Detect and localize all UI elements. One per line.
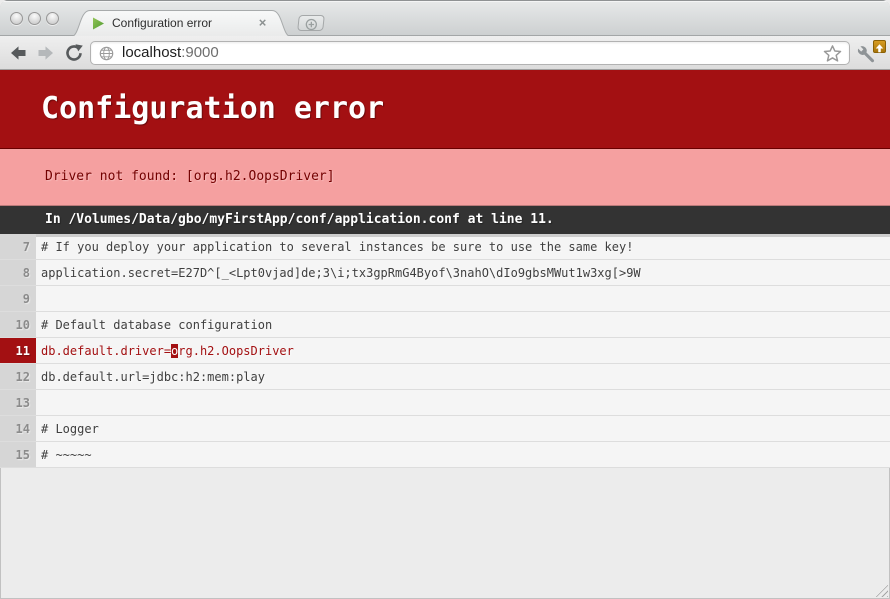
code-line: 8 application.secret=E27D^[_<Lpt0vjad]de… [0, 260, 890, 286]
bookmark-star-icon[interactable] [823, 44, 842, 63]
error-detail: Driver not found: [org.h2.OopsDriver] [0, 149, 890, 206]
line-number: 7 [0, 234, 36, 259]
code-line: 7 # If you deploy your application to se… [0, 234, 890, 260]
globe-icon [99, 46, 114, 61]
line-number: 12 [0, 364, 36, 389]
line-code: # Default database configuration [36, 312, 890, 337]
tools-menu-button[interactable] [856, 42, 886, 65]
line-number: 13 [0, 390, 36, 415]
line-number: 11 [0, 338, 36, 363]
browser-window: Configuration error × [0, 0, 890, 599]
code-line: 15 # ~~~~~ [0, 442, 890, 468]
code-line: 13 [0, 390, 890, 416]
code-after-marker: rg.h2.OopsDriver [178, 344, 294, 358]
line-code: # If you deploy your application to seve… [36, 234, 890, 259]
line-number: 8 [0, 260, 36, 285]
line-code: db.default.driver=org.h2.OopsDriver [36, 338, 890, 363]
line-code: db.default.url=jdbc:h2:mem:play [36, 364, 890, 389]
back-button[interactable] [8, 43, 30, 63]
line-number: 15 [0, 442, 36, 467]
window-minimize-button[interactable] [28, 12, 41, 25]
browser-toolbar: localhost:9000 [0, 36, 890, 70]
code-listing: 7 # If you deploy your application to se… [0, 234, 890, 468]
page-title: Configuration error [0, 70, 890, 149]
url-host: localhost [122, 44, 181, 61]
line-code: # Logger [36, 416, 890, 441]
browser-tab[interactable]: Configuration error × [70, 9, 292, 37]
line-code [36, 286, 890, 311]
code-line: 14 # Logger [0, 416, 890, 442]
update-badge-icon [873, 40, 886, 53]
window-close-button[interactable] [10, 12, 23, 25]
line-number: 10 [0, 312, 36, 337]
page-content: Configuration error Driver not found: [o… [0, 70, 890, 468]
line-code [36, 390, 890, 415]
new-tab-button[interactable] [297, 15, 325, 31]
code-line: 12 db.default.url=jdbc:h2:mem:play [0, 364, 890, 390]
window-resize-grip[interactable] [874, 583, 888, 597]
code-line: 9 [0, 286, 890, 312]
forward-button[interactable] [36, 43, 58, 63]
error-location: In /Volumes/Data/gbo/myFirstApp/conf/app… [0, 206, 890, 234]
reload-button[interactable] [64, 43, 86, 63]
tab-strip: Configuration error × [0, 0, 890, 36]
new-tab-plus-icon [305, 18, 318, 31]
reload-icon [64, 43, 84, 63]
back-icon [8, 43, 28, 63]
line-code: application.secret=E27D^[_<Lpt0vjad]de;3… [36, 260, 890, 285]
address-bar[interactable]: localhost:9000 [90, 41, 850, 65]
forward-icon [36, 43, 56, 63]
code-before-marker: db.default.driver= [41, 344, 171, 358]
line-number: 14 [0, 416, 36, 441]
url-text: localhost:9000 [122, 42, 219, 64]
code-line: 10 # Default database configuration [0, 312, 890, 338]
line-code: # ~~~~~ [36, 442, 890, 467]
play-favicon-icon [92, 17, 105, 30]
line-number: 9 [0, 286, 36, 311]
code-line-error: 11 db.default.driver=org.h2.OopsDriver [0, 338, 890, 364]
url-port: :9000 [181, 44, 219, 61]
tab-title: Configuration error [112, 9, 212, 37]
window-zoom-button[interactable] [46, 12, 59, 25]
tab-close-icon[interactable]: × [255, 15, 270, 30]
